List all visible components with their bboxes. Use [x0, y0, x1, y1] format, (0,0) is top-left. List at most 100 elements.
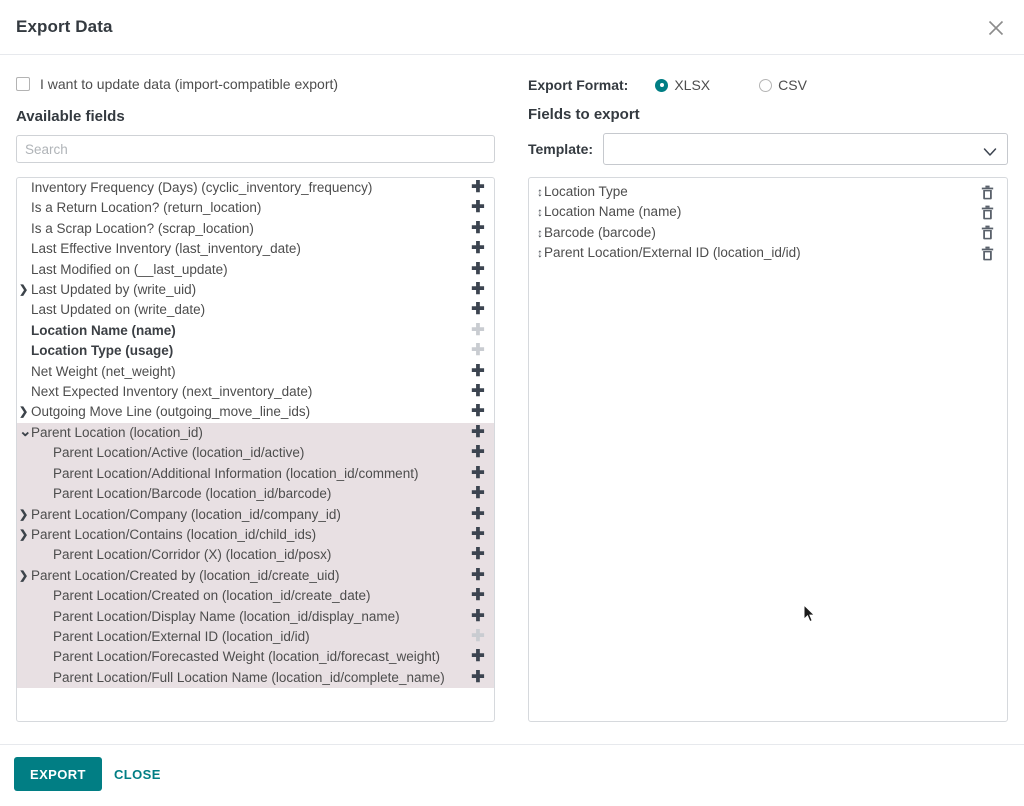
available-field-label: Parent Location/Full Location Name (loca… — [31, 668, 460, 688]
add-field-icon[interactable]: ✚ — [460, 300, 495, 320]
trash-icon[interactable] — [967, 246, 1007, 261]
add-field-icon: ✚ — [460, 341, 495, 361]
add-field-icon[interactable]: ✚ — [460, 586, 495, 606]
available-field-row[interactable]: ❯Outgoing Move Line (outgoing_move_line_… — [17, 402, 495, 422]
available-field-row[interactable]: Is a Return Location? (return_location)✚ — [17, 198, 495, 218]
page-title: Export Data — [16, 17, 113, 37]
update-data-label: I want to update data (import-compatible… — [40, 76, 338, 92]
export-field-label: Barcode (barcode) — [543, 223, 967, 243]
chevron-right-icon[interactable]: ❯ — [17, 566, 31, 586]
available-field-row[interactable]: ❯Parent Location/Created by (location_id… — [17, 566, 495, 586]
available-field-row[interactable]: ❯Parent Location/Company (location_id/co… — [17, 505, 495, 525]
available-field-row[interactable]: Location Name (name)✚ — [17, 321, 495, 341]
radio-option-csv[interactable]: CSV — [759, 77, 807, 93]
export-field-row[interactable]: ↕Parent Location/External ID (location_i… — [529, 243, 1007, 263]
add-field-icon[interactable]: ✚ — [460, 239, 495, 259]
available-field-row[interactable]: Parent Location/Created on (location_id/… — [17, 586, 495, 606]
add-field-icon[interactable]: ✚ — [460, 178, 495, 198]
export-field-label: Location Type — [543, 182, 967, 202]
add-field-icon[interactable]: ✚ — [460, 607, 495, 627]
dialog-footer: EXPORT CLOSE — [0, 744, 1024, 806]
drag-handle-icon[interactable]: ↕ — [529, 243, 543, 263]
available-field-row[interactable]: ⌄Parent Location (location_id)✚ — [17, 423, 495, 443]
radio-csv-label: CSV — [778, 77, 807, 93]
close-icon[interactable] — [980, 12, 1012, 44]
available-fields-list[interactable]: Inventory Frequency (Days) (cyclic_inven… — [16, 177, 495, 722]
add-field-icon[interactable]: ✚ — [460, 219, 495, 239]
add-field-icon[interactable]: ✚ — [460, 484, 495, 504]
search-input[interactable] — [16, 135, 495, 163]
dialog-body: I want to update data (import-compatible… — [0, 55, 1024, 744]
radio-option-xlsx[interactable]: XLSX — [655, 77, 710, 93]
add-field-icon[interactable]: ✚ — [460, 198, 495, 218]
available-field-label: Inventory Frequency (Days) (cyclic_inven… — [31, 178, 460, 198]
add-field-icon[interactable]: ✚ — [460, 280, 495, 300]
available-field-row[interactable]: Last Modified on (__last_update)✚ — [17, 260, 495, 280]
add-field-icon: ✚ — [460, 321, 495, 341]
update-data-checkbox-row[interactable]: I want to update data (import-compatible… — [16, 76, 338, 92]
available-field-row[interactable]: Is a Scrap Location? (scrap_location)✚ — [17, 219, 495, 239]
fields-to-export-list[interactable]: ↕Location Type↕Location Name (name)↕Barc… — [528, 177, 1008, 722]
chevron-right-icon[interactable]: ❯ — [17, 280, 31, 300]
available-field-label: Location Name (name) — [31, 321, 460, 341]
available-field-row[interactable]: Inventory Frequency (Days) (cyclic_inven… — [17, 178, 495, 198]
add-field-icon[interactable]: ✚ — [460, 464, 495, 484]
add-field-icon[interactable]: ✚ — [460, 362, 495, 382]
available-field-row[interactable]: ❯Parent Location/Contains (location_id/c… — [17, 525, 495, 545]
available-field-label: Is a Return Location? (return_location) — [31, 198, 460, 218]
trash-icon[interactable] — [967, 205, 1007, 220]
close-button[interactable]: CLOSE — [104, 757, 171, 791]
chevron-right-icon[interactable]: ❯ — [17, 505, 31, 525]
available-field-row[interactable]: Parent Location/Active (location_id/acti… — [17, 443, 495, 463]
available-field-row[interactable]: Last Effective Inventory (last_inventory… — [17, 239, 495, 259]
export-field-row[interactable]: ↕Location Type — [529, 182, 1007, 202]
export-field-row[interactable]: ↕Barcode (barcode) — [529, 223, 1007, 243]
export-field-label: Parent Location/External ID (location_id… — [543, 243, 967, 263]
available-field-label: Parent Location/Barcode (location_id/bar… — [31, 484, 460, 504]
add-field-icon[interactable]: ✚ — [460, 525, 495, 545]
drag-handle-icon[interactable]: ↕ — [529, 202, 543, 222]
available-field-row[interactable]: ❯Last Updated by (write_uid)✚ — [17, 280, 495, 300]
available-field-row[interactable]: Next Expected Inventory (next_inventory_… — [17, 382, 495, 402]
add-field-icon[interactable]: ✚ — [460, 423, 495, 443]
update-data-checkbox[interactable] — [16, 77, 30, 91]
available-field-row[interactable]: Location Type (usage)✚ — [17, 341, 495, 361]
export-field-row[interactable]: ↕Location Name (name) — [529, 202, 1007, 222]
available-field-row[interactable]: Parent Location/Additional Information (… — [17, 464, 495, 484]
radio-csv-icon[interactable] — [759, 79, 772, 92]
add-field-icon[interactable]: ✚ — [460, 566, 495, 586]
drag-handle-icon[interactable]: ↕ — [529, 182, 543, 202]
export-button[interactable]: EXPORT — [14, 757, 102, 791]
drag-handle-icon[interactable]: ↕ — [529, 223, 543, 243]
template-value — [613, 134, 977, 166]
available-field-row[interactable]: Net Weight (net_weight)✚ — [17, 362, 495, 382]
available-field-row[interactable]: Parent Location/Full Location Name (loca… — [17, 668, 495, 688]
trash-icon[interactable] — [967, 225, 1007, 240]
add-field-icon[interactable]: ✚ — [460, 668, 495, 688]
template-label: Template: — [528, 141, 603, 157]
available-field-row[interactable]: Parent Location/Display Name (location_i… — [17, 607, 495, 627]
chevron-down-icon[interactable]: ⌄ — [17, 423, 31, 440]
add-field-icon[interactable]: ✚ — [460, 402, 495, 422]
radio-xlsx-icon[interactable] — [655, 79, 668, 92]
available-field-label: Last Modified on (__last_update) — [31, 260, 460, 280]
available-field-label: Parent Location/Forecasted Weight (locat… — [31, 647, 460, 667]
add-field-icon[interactable]: ✚ — [460, 443, 495, 463]
available-field-row[interactable]: Last Updated on (write_date)✚ — [17, 300, 495, 320]
dialog-header: Export Data — [0, 0, 1024, 55]
chevron-right-icon[interactable]: ❯ — [17, 525, 31, 545]
chevron-right-icon[interactable]: ❯ — [17, 402, 31, 422]
trash-icon[interactable] — [967, 185, 1007, 200]
template-select[interactable] — [603, 133, 1008, 165]
add-field-icon[interactable]: ✚ — [460, 545, 495, 565]
available-field-row[interactable]: Parent Location/Forecasted Weight (locat… — [17, 647, 495, 667]
add-field-icon[interactable]: ✚ — [460, 260, 495, 280]
add-field-icon[interactable]: ✚ — [460, 505, 495, 525]
available-field-label: Last Effective Inventory (last_inventory… — [31, 239, 460, 259]
available-field-row[interactable]: Parent Location/Barcode (location_id/bar… — [17, 484, 495, 504]
add-field-icon[interactable]: ✚ — [460, 647, 495, 667]
available-field-row[interactable]: Parent Location/Corridor (X) (location_i… — [17, 545, 495, 565]
available-field-row[interactable]: Parent Location/External ID (location_id… — [17, 627, 495, 647]
add-field-icon[interactable]: ✚ — [460, 382, 495, 402]
export-data-dialog: Export Data I want to update data (impor… — [0, 0, 1024, 806]
